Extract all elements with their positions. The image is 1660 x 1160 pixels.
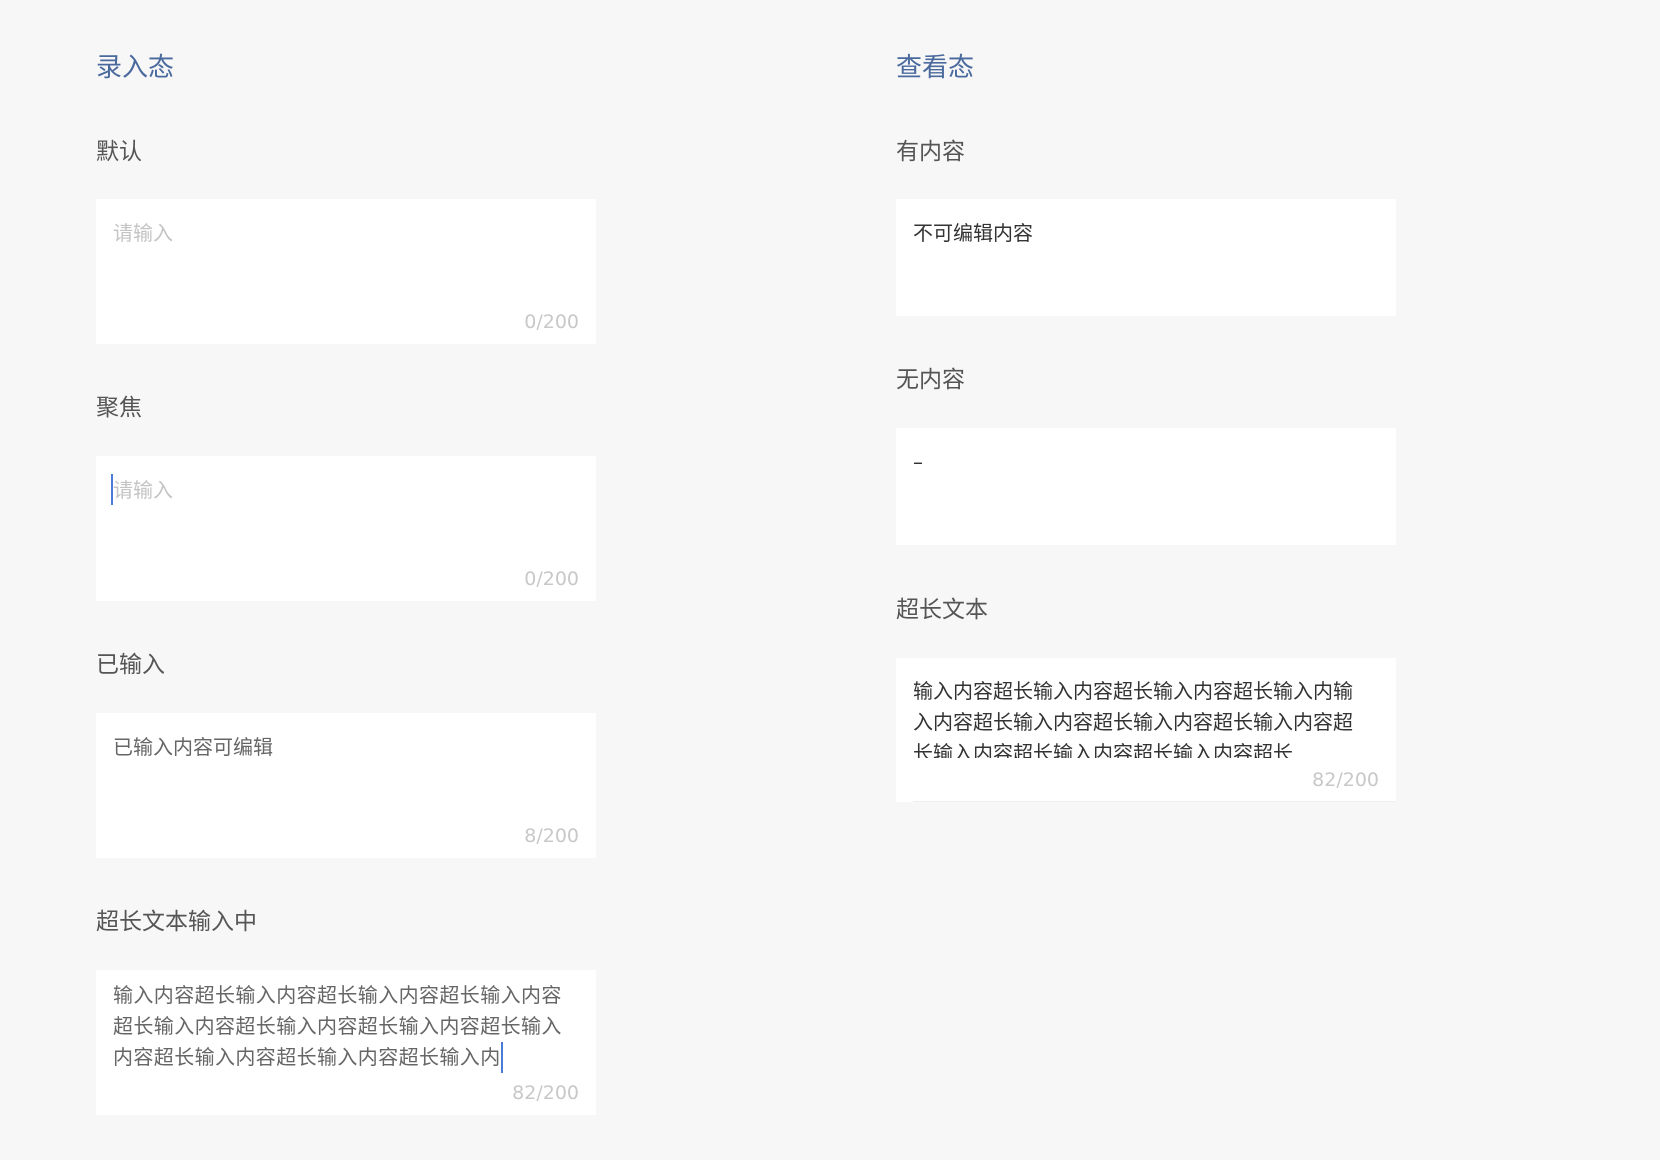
view-box-underline	[913, 801, 1396, 802]
long-text-view-char-counter: 82/200	[1312, 769, 1379, 791]
long-text-textarea[interactable]: 输入内容超长输入内容超长输入内容超长输入内容超长输入内容超长输入内容超长输入内容…	[96, 970, 596, 1115]
entered-textarea[interactable]: 已输入内容可编辑 8/200	[96, 713, 596, 858]
entered-label: 已输入	[96, 652, 165, 678]
focused-label: 聚焦	[96, 395, 142, 421]
focused-char-counter: 0/200	[524, 568, 579, 590]
input-state-title: 录入态	[96, 53, 175, 83]
text-caret	[500, 1042, 503, 1073]
long-text-view-box: 输入内容超长输入内容超长输入内容超长输入内输入内容超长输入内容超长输入内容超长输…	[896, 658, 1396, 802]
with-content-value: 不可编辑内容	[913, 221, 1033, 245]
entered-char-counter: 8/200	[524, 825, 579, 847]
default-char-counter: 0/200	[524, 311, 579, 333]
long-text-value: 输入内容超长输入内容超长输入内容超长输入内容超长输入内容超长输入内容超长输入内容…	[113, 983, 562, 1069]
focused-placeholder: 请输入	[113, 478, 173, 502]
long-text-char-counter: 82/200	[512, 1082, 579, 1104]
entered-value: 已输入内容可编辑	[113, 735, 273, 759]
no-content-view-box: –	[896, 428, 1396, 545]
default-textarea[interactable]: 请输入 0/200	[96, 199, 596, 344]
view-state-title: 查看态	[896, 53, 975, 83]
long-text-view-label: 超长文本	[896, 597, 988, 623]
default-placeholder: 请输入	[113, 221, 173, 245]
with-content-label: 有内容	[896, 139, 965, 165]
long-text-value-wrapper: 输入内容超长输入内容超长输入内容超长输入内容超长输入内容超长输入内容超长输入内容…	[113, 980, 579, 1073]
no-content-value: –	[913, 450, 923, 474]
with-content-view-box: 不可编辑内容	[896, 199, 1396, 316]
focused-textarea[interactable]: 请输入 0/200	[96, 456, 596, 601]
no-content-label: 无内容	[896, 367, 965, 393]
default-label: 默认	[96, 139, 142, 165]
long-text-view-value: 输入内容超长输入内容超长输入内容超长输入内输入内容超长输入内容超长输入内容超长输…	[913, 679, 1353, 758]
long-text-input-label: 超长文本输入中	[96, 909, 257, 935]
